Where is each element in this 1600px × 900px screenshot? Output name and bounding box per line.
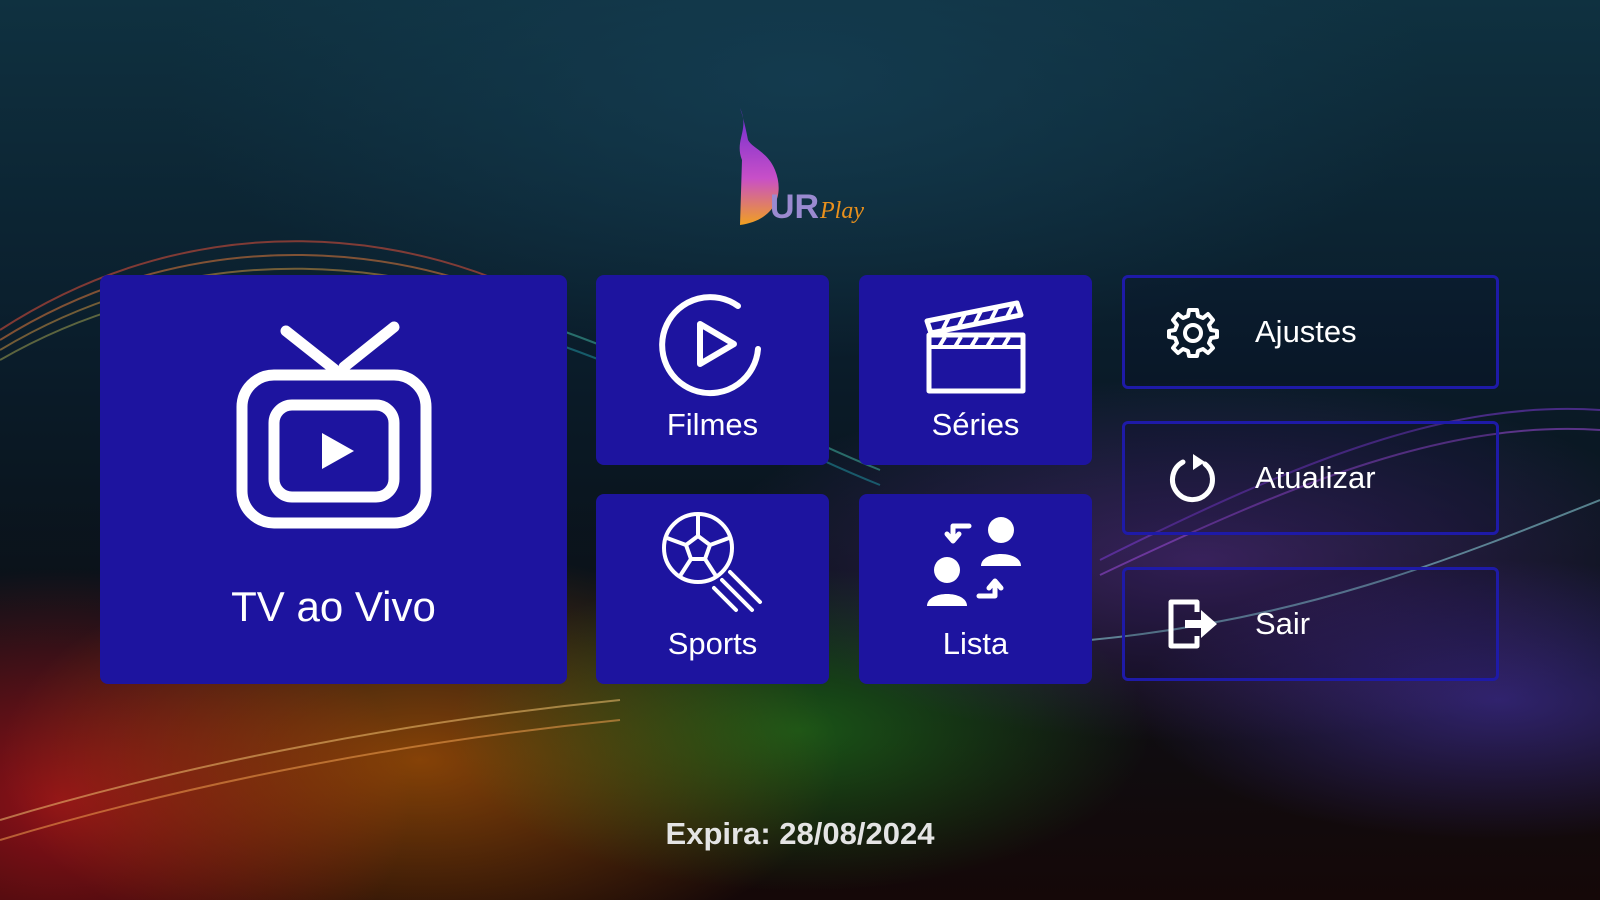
refresh-label: Atualizar (1255, 460, 1376, 495)
settings-label: Ajustes (1255, 314, 1357, 349)
clapperboard-icon (924, 300, 1025, 394)
refresh-icon (1170, 454, 1215, 503)
svg-text:UR: UR (770, 188, 819, 226)
app-logo: UR Play (730, 100, 870, 235)
expiry-text: Expira: 28/08/2024 (0, 816, 1600, 852)
sports-label: Sports (667, 626, 758, 661)
live-tv-label: TV ao Vivo (231, 583, 436, 630)
series-label: Séries (931, 407, 1020, 442)
tv-play-icon (236, 321, 431, 529)
movies-label: Filmes (666, 407, 759, 442)
exit-label: Sair (1255, 606, 1311, 641)
list-label: Lista (942, 626, 1009, 661)
live-tv-tile[interactable]: TV ao Vivo (100, 275, 567, 684)
sports-tile[interactable]: Sports (596, 494, 829, 684)
list-tile[interactable]: Lista (859, 494, 1092, 684)
gear-icon (1167, 308, 1219, 358)
play-circle-icon (658, 294, 761, 397)
logout-icon (1168, 599, 1217, 649)
svg-text:Play: Play (819, 198, 864, 224)
switch-users-icon (926, 517, 1021, 606)
expiry-label: Expira: (665, 816, 771, 851)
expiry-date: 28/08/2024 (779, 816, 935, 851)
refresh-button[interactable]: Atualizar (1122, 421, 1499, 535)
exit-button[interactable]: Sair (1122, 567, 1499, 681)
settings-button[interactable]: Ajustes (1122, 275, 1499, 389)
movies-tile[interactable]: Filmes (596, 275, 829, 465)
soccer-ball-icon (661, 512, 762, 612)
series-tile[interactable]: Séries (859, 275, 1092, 465)
